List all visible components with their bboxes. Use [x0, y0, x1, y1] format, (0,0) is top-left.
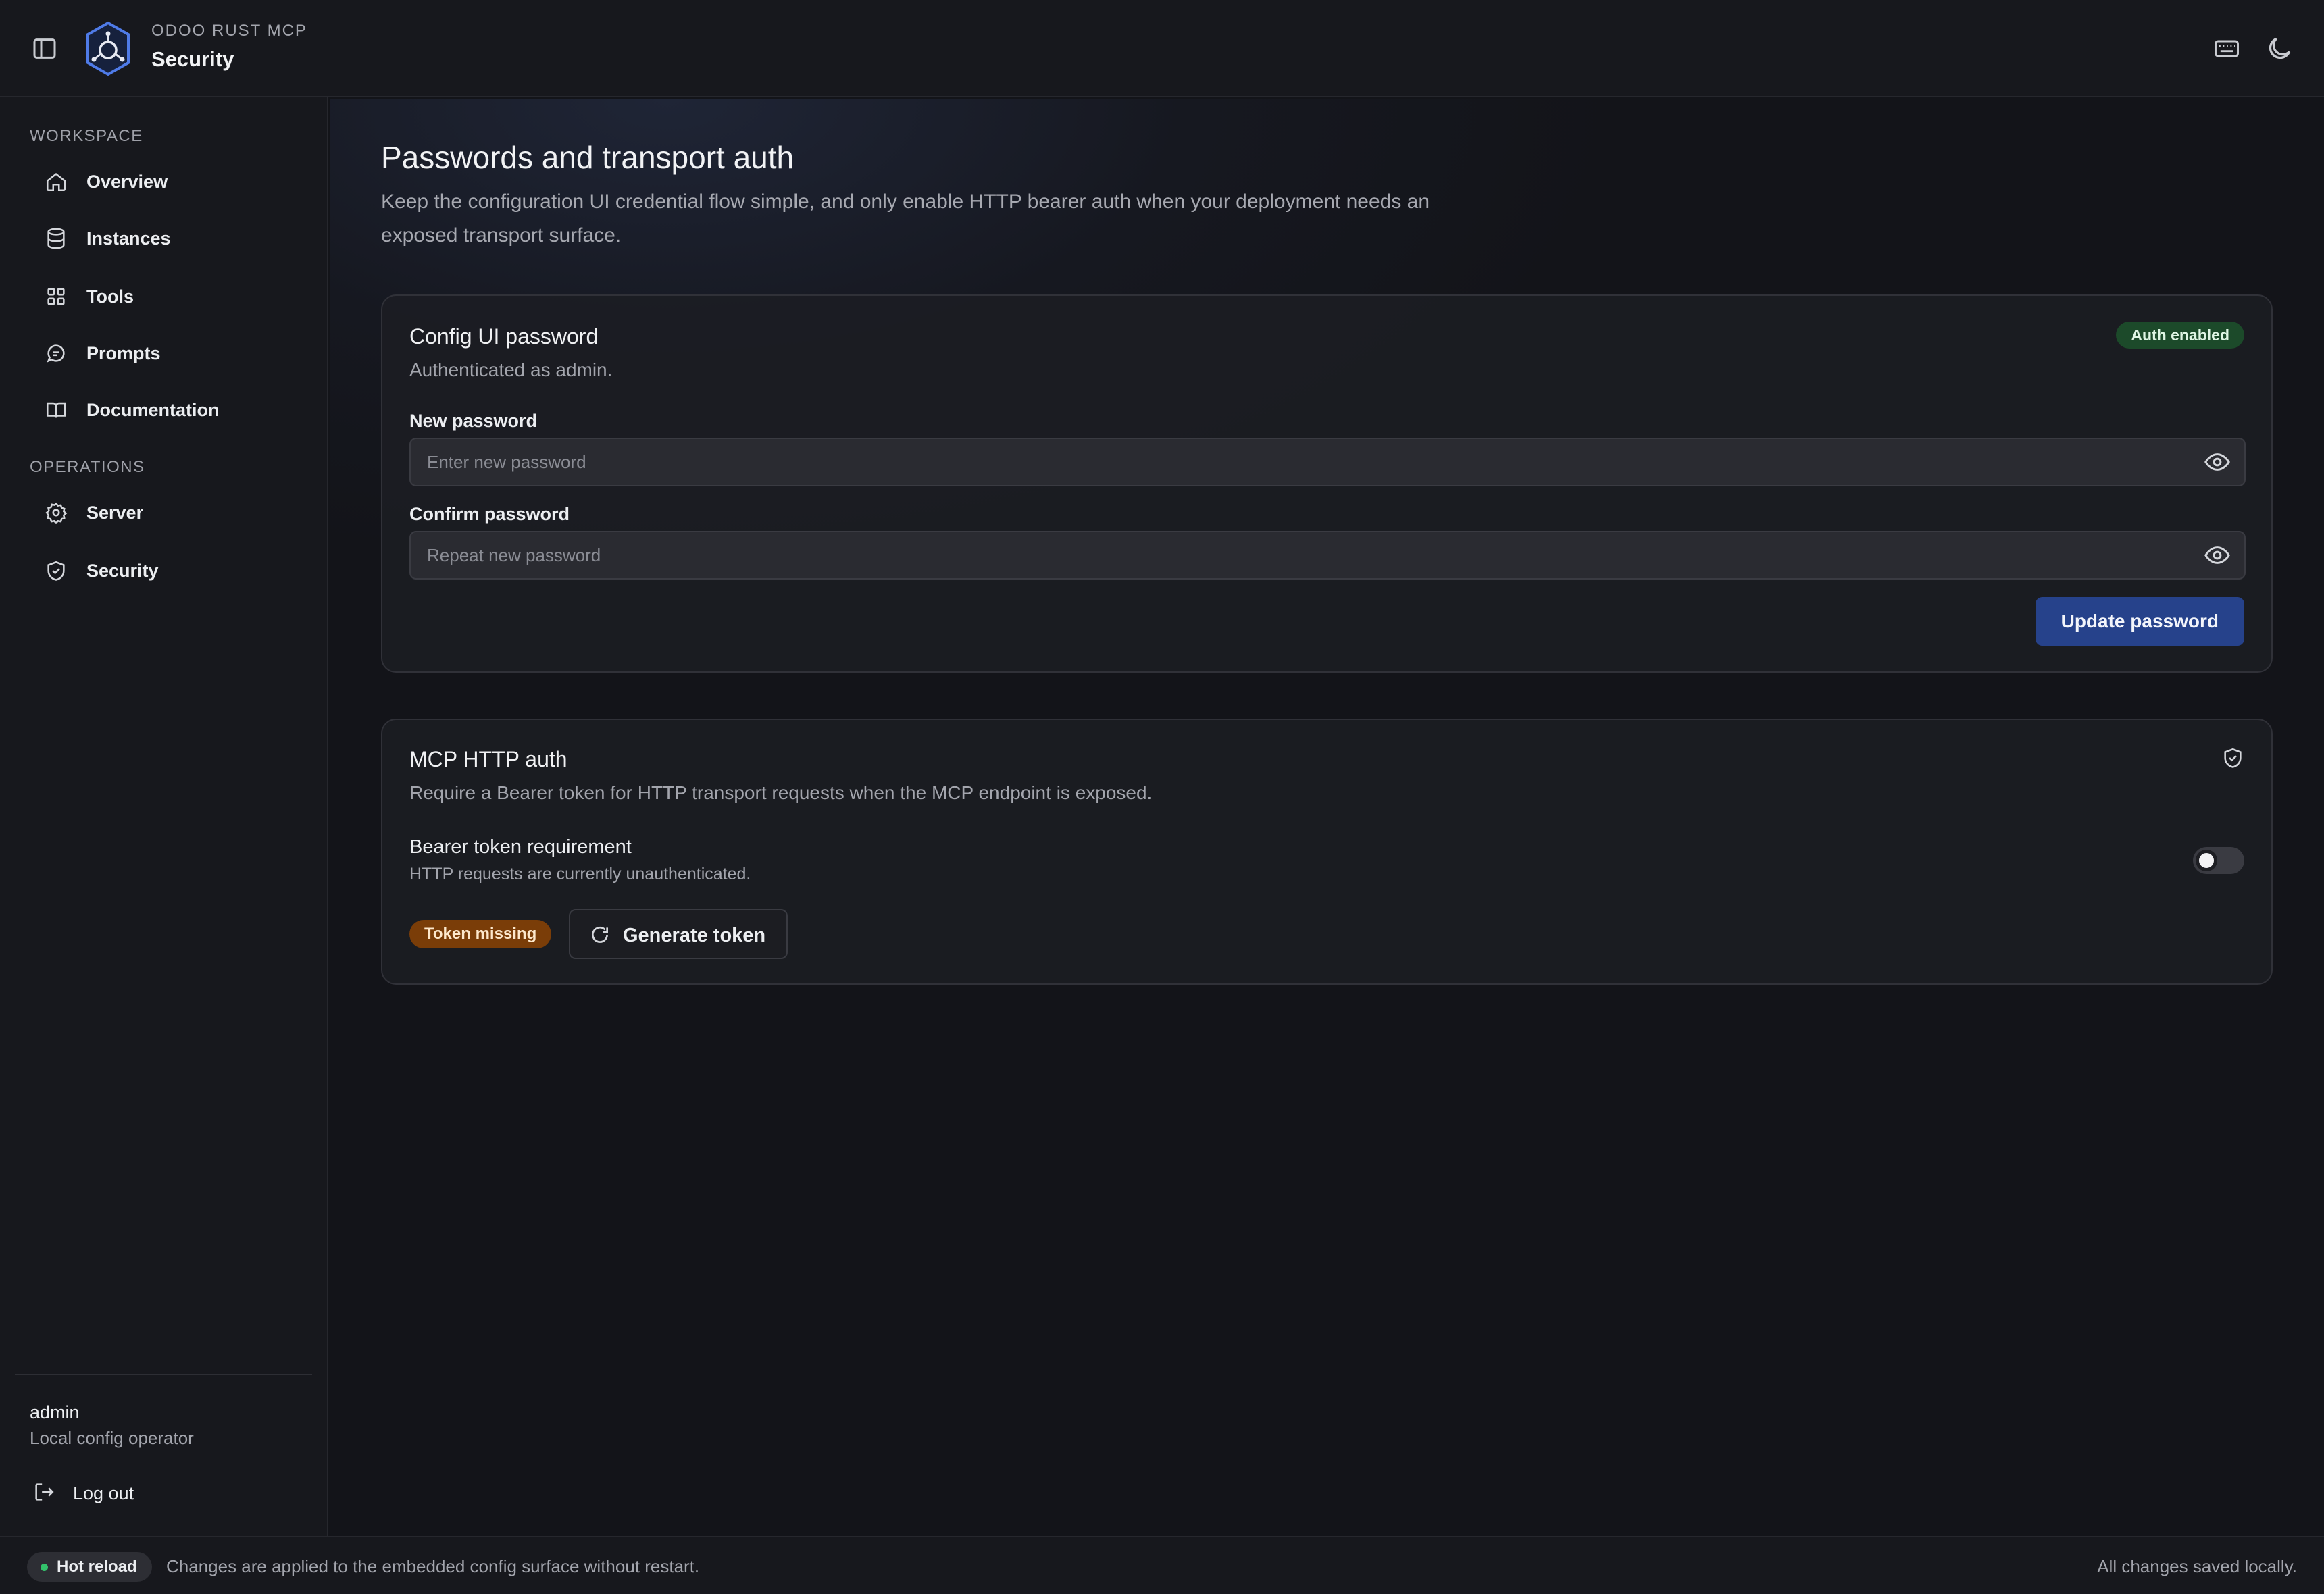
main-content: Passwords and transport auth Keep the co…	[330, 99, 2324, 1536]
workspace-section-label: WORKSPACE	[30, 127, 143, 145]
confirm-password-label: Confirm password	[409, 504, 570, 524]
sidebar-item-tools[interactable]: Tools	[38, 274, 308, 317]
theme-toggle-button[interactable]	[2265, 34, 2294, 63]
bearer-requirement-toggle[interactable]	[2193, 847, 2244, 874]
mcp-http-auth-card: MCP HTTP auth Require a Bearer token for…	[381, 719, 2273, 985]
sidebar-item-instances[interactable]: Instances	[38, 216, 308, 259]
confirm-password-field-wrapper	[409, 531, 2246, 580]
new-password-field-wrapper	[409, 438, 2246, 486]
sidebar-item-label: Documentation	[86, 400, 220, 420]
sidebar-item-server[interactable]: Server	[38, 490, 308, 534]
shield-check-icon	[2224, 748, 2242, 768]
app-name: ODOO RUST MCP	[151, 22, 307, 40]
bearer-requirement-status: HTTP requests are currently unauthentica…	[409, 865, 751, 883]
home-icon	[46, 173, 66, 192]
current-section-title: Security	[151, 47, 234, 71]
sidebar-toggle-icon	[33, 38, 56, 59]
confirm-password-input[interactable]	[411, 532, 2181, 578]
generate-token-label: Generate token	[623, 925, 766, 946]
sidebar-item-label: Prompts	[86, 343, 161, 363]
sidebar-item-label: Instances	[86, 228, 171, 249]
page-title: Passwords and transport auth	[381, 140, 794, 175]
sidebar-item-prompts[interactable]: Prompts	[38, 331, 308, 374]
token-status-badge: Token missing	[409, 920, 552, 948]
save-status: All changes saved locally.	[2097, 1556, 2297, 1576]
status-message: Changes are applied to the embedded conf…	[166, 1556, 700, 1576]
sidebar-item-label: Server	[86, 503, 144, 523]
logo-icon	[86, 21, 130, 76]
card-title: Config UI password	[409, 324, 599, 349]
operations-section-label: OPERATIONS	[30, 458, 145, 476]
user-name: admin	[30, 1402, 80, 1422]
new-password-input[interactable]	[411, 439, 2181, 485]
status-bar: Hot reload Changes are applied to the em…	[0, 1536, 2324, 1594]
grid-icon	[47, 288, 65, 305]
show-password-icon[interactable]	[2204, 543, 2231, 567]
update-password-button[interactable]: Update password	[2035, 597, 2244, 646]
bearer-requirement-title: Bearer token requirement	[409, 836, 632, 858]
sidebar-item-security[interactable]: Security	[38, 548, 308, 592]
new-password-label: New password	[409, 411, 538, 431]
sidebar-divider	[15, 1374, 312, 1375]
moon-icon	[2269, 37, 2291, 59]
gear-icon	[45, 502, 68, 524]
generate-token-button[interactable]: Generate token	[569, 909, 788, 959]
sidebar-item-label: Security	[86, 561, 159, 581]
user-role: Local config operator	[30, 1428, 194, 1448]
status-dot-icon	[41, 1564, 48, 1571]
hot-reload-label: Hot reload	[57, 1558, 137, 1576]
chat-icon	[47, 344, 65, 363]
toggle-knob	[2196, 850, 2217, 871]
sidebar-item-overview[interactable]: Overview	[38, 159, 308, 203]
show-password-icon[interactable]	[2204, 450, 2231, 474]
database-icon	[47, 228, 65, 249]
logout-label: Log out	[73, 1483, 134, 1503]
card-subtitle: Require a Bearer token for HTTP transpor…	[409, 782, 1153, 803]
top-bar: ODOO RUST MCP Security	[0, 0, 2324, 97]
card-subtitle: Authenticated as admin.	[409, 359, 613, 380]
logout-icon	[35, 1483, 54, 1501]
sidebar-toggle-button[interactable]	[30, 35, 59, 62]
hot-reload-badge: Hot reload	[27, 1552, 152, 1582]
page-description: Keep the configuration UI credential flo…	[381, 190, 1430, 247]
logout-button[interactable]: Log out	[30, 1472, 199, 1513]
auth-status-badge: Auth enabled	[2116, 322, 2244, 349]
keyboard-icon	[2215, 40, 2239, 57]
card-title: MCP HTTP auth	[409, 747, 567, 771]
sidebar-item-documentation[interactable]: Documentation	[38, 388, 308, 431]
refresh-icon	[592, 926, 608, 943]
sidebar-item-label: Overview	[86, 172, 168, 192]
sidebar: WORKSPACE Overview Instances Tools Promp…	[0, 97, 328, 1536]
book-icon	[46, 402, 66, 418]
sidebar-item-label: Tools	[86, 286, 134, 307]
keyboard-shortcuts-button[interactable]	[2212, 34, 2242, 63]
app-logo	[84, 20, 132, 77]
config-password-card: Config UI password Authenticated as admi…	[381, 294, 2273, 673]
shield-icon	[47, 561, 65, 581]
